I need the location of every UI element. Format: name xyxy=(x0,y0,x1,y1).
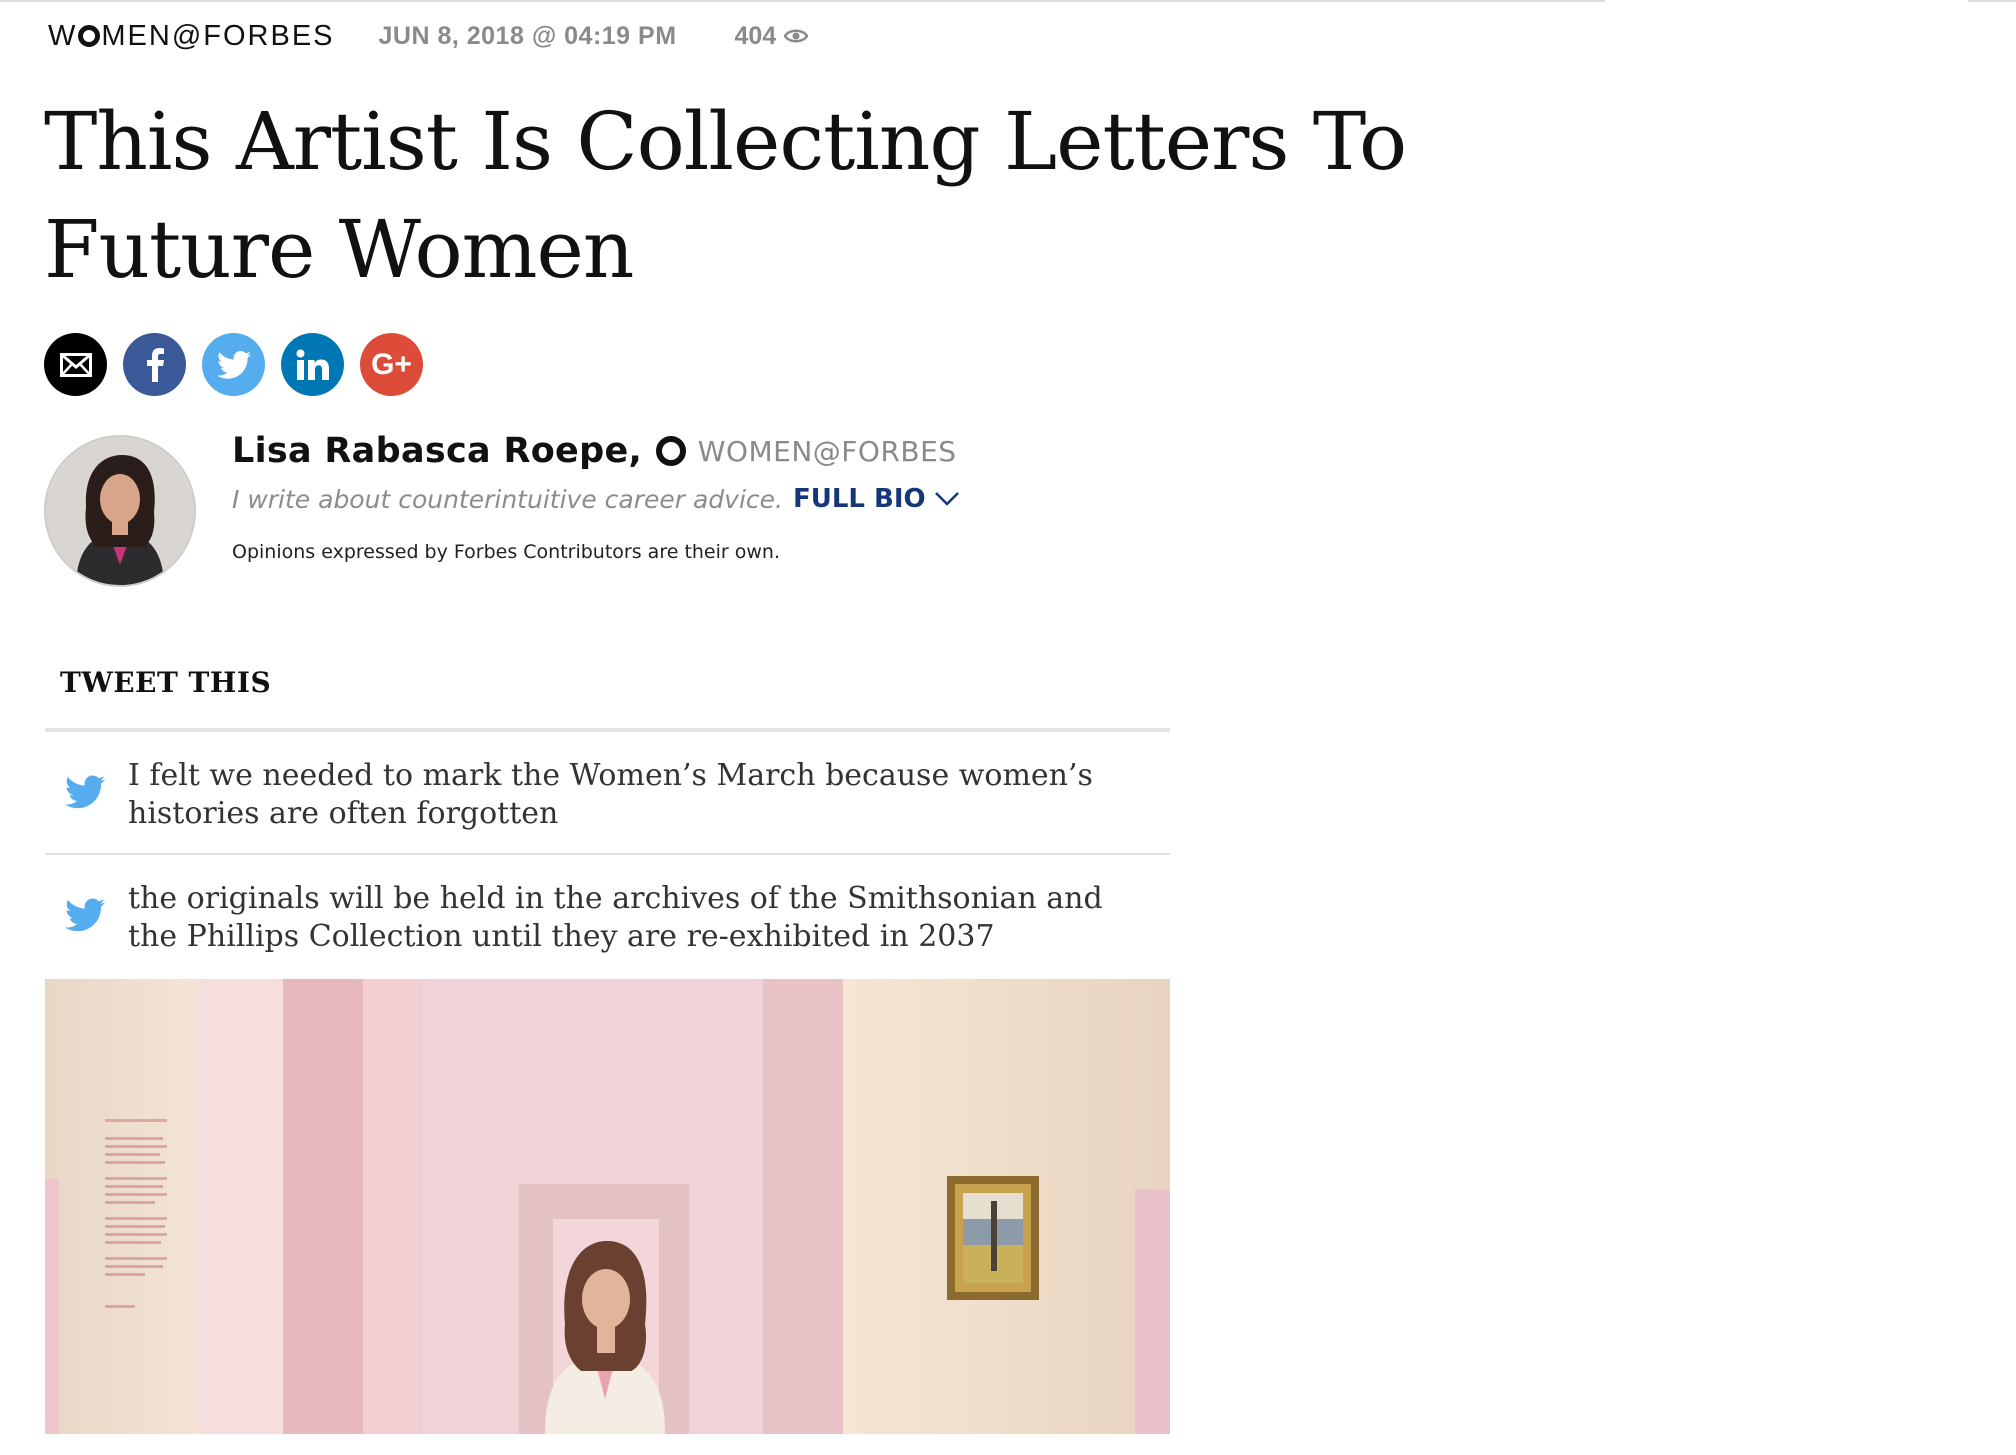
author-byline: Lisa Rabasca Roepe , WOMEN@FORBES xyxy=(232,431,957,471)
top-border xyxy=(0,0,1605,2)
full-bio-toggle[interactable]: FULL BIO xyxy=(793,484,960,514)
twitter-bird-icon xyxy=(65,898,105,932)
contributor-disclaimer: Opinions expressed by Forbes Contributor… xyxy=(232,541,780,563)
email-share-button[interactable] xyxy=(44,333,107,396)
tweet-this-divider xyxy=(45,728,1170,732)
logo-prefix: W xyxy=(48,19,78,52)
tweet-quote-item[interactable]: I felt we needed to mark the Women’s Mar… xyxy=(45,757,1170,837)
google-plus-share-button[interactable]: G+ xyxy=(360,333,423,396)
gallery-photo xyxy=(45,979,1170,1434)
logo-o-mark-icon xyxy=(78,25,101,47)
linkedin-icon xyxy=(296,349,329,380)
google-plus-icon: G+ xyxy=(371,347,412,381)
tweet-this-heading: TWEET THIS xyxy=(60,666,272,699)
author-portrait-image xyxy=(46,437,194,585)
eye-icon xyxy=(784,29,809,43)
linkedin-share-button[interactable] xyxy=(281,333,344,396)
facebook-icon xyxy=(146,347,164,382)
author-avatar[interactable] xyxy=(44,435,196,587)
publish-date: JUN 8, 2018 @ 04:19 PM xyxy=(378,21,677,50)
article-hero-image xyxy=(45,979,1170,1434)
tweet-quote-text: I felt we needed to mark the Women’s Mar… xyxy=(128,758,1093,831)
tweet-quote-item[interactable]: the originals will be held in the archiv… xyxy=(45,880,1170,960)
byline-separator: , xyxy=(628,431,642,471)
top-border-right xyxy=(1968,0,2016,2)
women-at-forbes-badge-icon xyxy=(655,436,686,466)
twitter-share-button[interactable] xyxy=(202,333,265,396)
twitter-bird-icon xyxy=(65,775,105,809)
tweet-item-divider xyxy=(45,853,1170,855)
envelope-icon xyxy=(59,352,92,377)
chevron-down-icon xyxy=(934,492,959,506)
logo-suffix: MEN@FORBES xyxy=(101,19,335,52)
article-title: This Artist Is Collecting Letters To Fut… xyxy=(44,95,1407,296)
facebook-share-button[interactable] xyxy=(123,333,186,396)
twitter-icon xyxy=(216,350,251,379)
full-bio-label: FULL BIO xyxy=(792,484,926,514)
author-publication-link[interactable]: WOMEN@FORBES xyxy=(698,435,957,468)
tweet-quote-text: the originals will be held in the archiv… xyxy=(128,881,1103,954)
women-at-forbes-logo[interactable]: W MEN@FORBES xyxy=(48,20,335,53)
author-tagline-row: I write about counterintuitive career ad… xyxy=(232,484,960,514)
share-buttons: G+ xyxy=(44,333,439,396)
view-count-value: 404 xyxy=(734,21,777,50)
author-name-link[interactable]: Lisa Rabasca Roepe xyxy=(232,431,628,471)
article-meta-bar: W MEN@FORBES JUN 8, 2018 @ 04:19 PM 404 xyxy=(48,18,809,54)
author-tagline: I write about counterintuitive career ad… xyxy=(232,484,783,514)
view-count: 404 xyxy=(735,22,809,51)
